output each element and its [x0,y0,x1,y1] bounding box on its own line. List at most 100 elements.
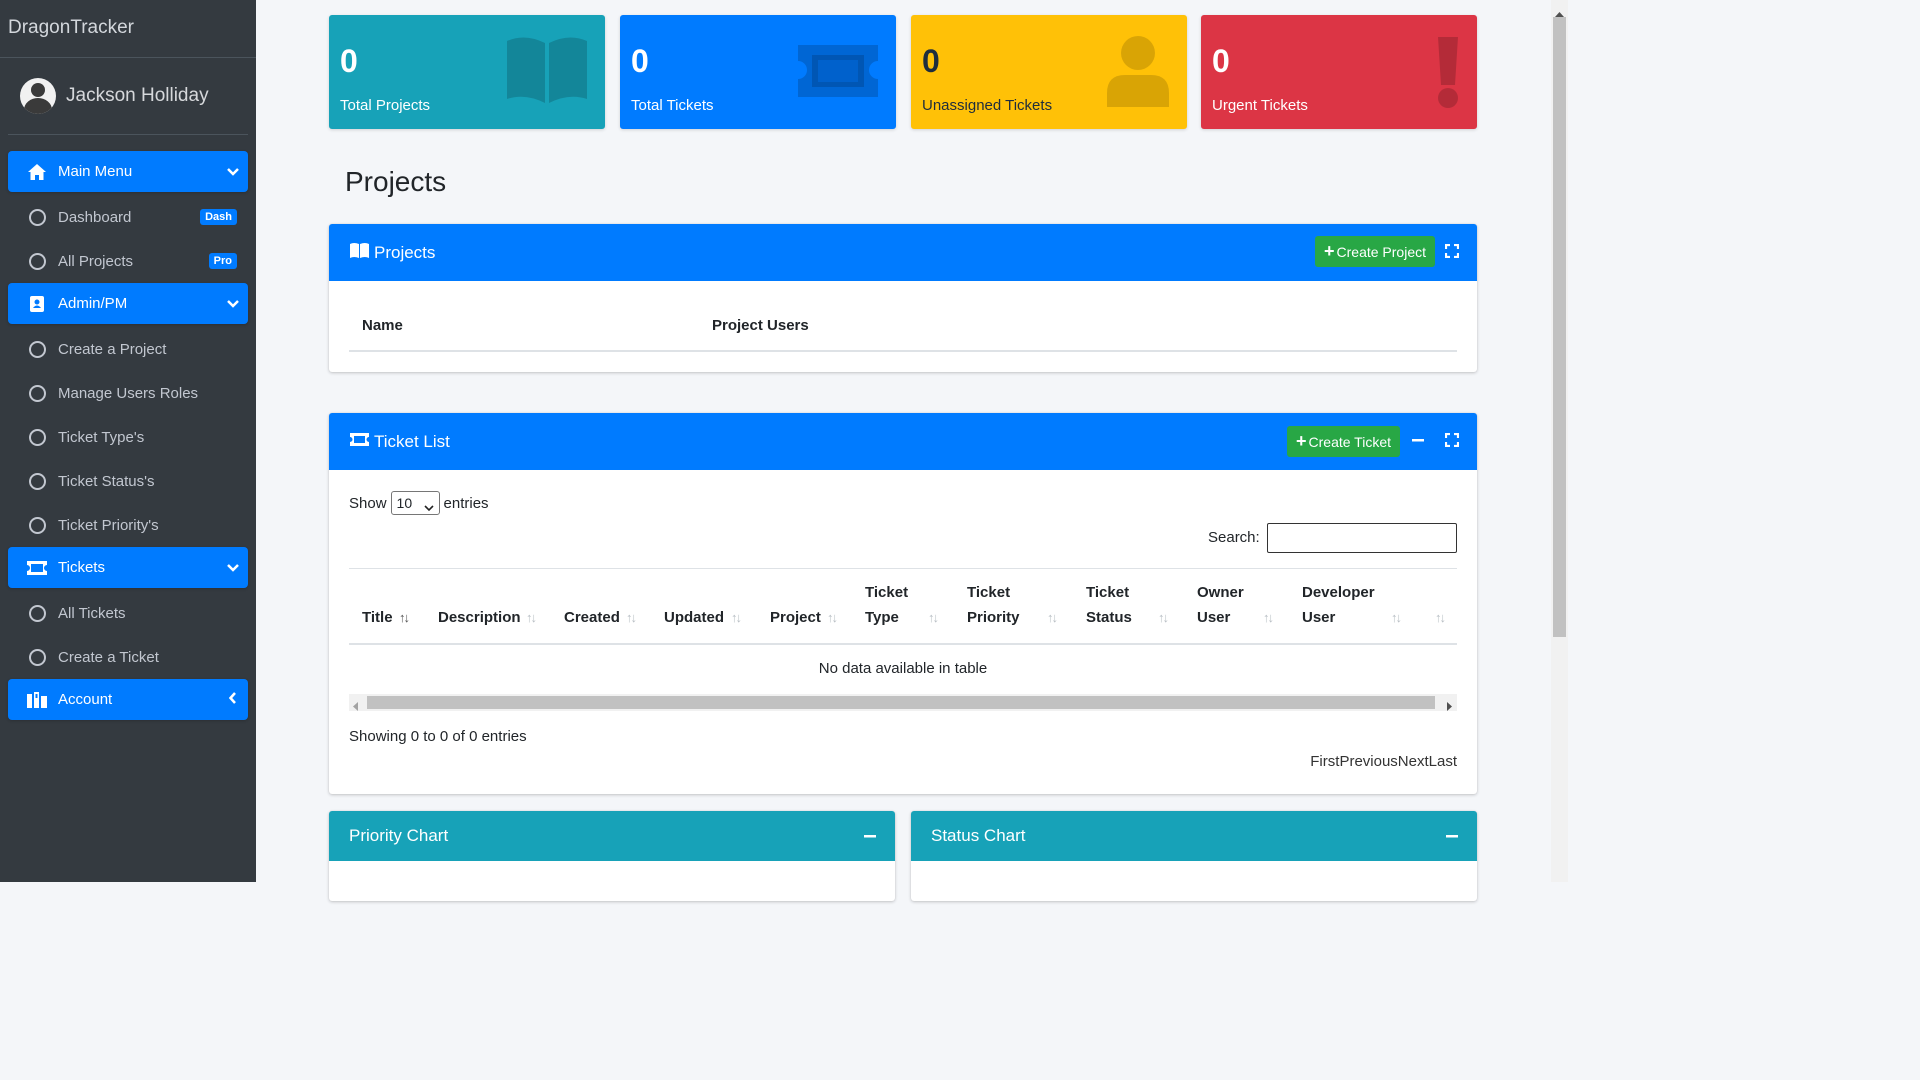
sidebar-item-ticket-types[interactable]: Ticket Type's [8,415,248,459]
column-header-label: Created [564,609,620,626]
column-header-label: User [1197,609,1231,626]
column-header-updated[interactable]: Updated [664,605,724,630]
column-header-created[interactable]: Created [564,605,620,630]
sidebar-item-ticket-statuses[interactable]: Ticket Status's [8,459,248,503]
sidebar-item-label: Account [58,691,113,708]
column-header-description[interactable]: Description [438,605,521,630]
circle-icon [29,604,46,622]
column-header-ticket-priority[interactable]: Ticket Priority [967,580,1020,630]
stat-box-total-projects: 0 Total Projects [329,15,605,129]
badge: Dash [200,209,237,225]
address-book-icon [26,294,48,314]
ticket-icon [349,432,374,452]
sidebar-item-ticket-priorities[interactable]: Ticket Priority's [8,503,248,547]
column-header-label: Description [438,609,521,626]
stat-value: 0 [922,43,940,79]
create-project-button[interactable]: + Create Project [1315,236,1435,267]
sidebar: DragonTracker Jackson Holliday Main Menu… [0,0,256,882]
pagination-previous[interactable]: Previous [1339,753,1397,770]
button-label: Create Ticket [1308,433,1391,450]
home-icon [26,162,48,182]
sidebar-item-admin[interactable]: Admin/PM [8,283,248,324]
pagination-last[interactable]: Last [1429,753,1457,770]
sidebar-item-label: Create a Project [58,340,167,358]
plus-icon: + [1296,431,1307,451]
sidebar-item-manage-users-roles[interactable]: Manage Users Roles [8,371,248,415]
sidebar-item-all-projects[interactable]: All Projects Pro [8,239,248,283]
circle-icon [29,516,46,534]
column-header-label: User [1302,609,1336,626]
page-size-select[interactable]: 10 [390,491,440,515]
column-header-developer-user[interactable]: Developer User [1302,580,1375,630]
column-header-project[interactable]: Project [770,605,821,630]
sort-icon: ↑↓ [1391,610,1402,625]
sidebar-item-label: Manage Users Roles [58,384,199,402]
sort-icon: ↑↓ [827,610,838,625]
circle-icon [29,472,46,490]
sidebar-item-main-menu[interactable]: Main Menu [8,151,248,192]
stat-label: Urgent Tickets [1212,97,1308,114]
column-header-ticket-type[interactable]: Ticket Type [865,580,908,630]
sidebar-item-label: Dashboard [58,208,132,226]
chevron-down-icon [218,561,248,575]
column-header-label: Owner [1197,584,1244,601]
search-input[interactable] [1267,523,1457,553]
button-label: Create Project [1336,243,1426,260]
maximize-icon[interactable] [1444,243,1460,259]
sidebar-item-label: All Tickets [58,604,126,622]
brand-name: DragonTracker [8,17,135,38]
stat-box-urgent-tickets: 0 Urgent Tickets [1201,15,1477,129]
page-scrollbar[interactable] [1551,0,1568,882]
minimize-icon[interactable] [862,828,878,844]
scroll-left-icon[interactable] [353,698,359,715]
book-icon [349,242,374,264]
sidebar-item-label: Tickets [58,559,105,576]
user-panel[interactable]: Jackson Holliday [8,58,248,135]
minimize-icon[interactable] [1444,828,1460,844]
column-header-label: Ticket [865,584,909,601]
table-info: Showing 0 to 0 of 0 entries [349,728,527,745]
pagination-first[interactable]: First [1310,753,1339,770]
scrollbar-thumb[interactable] [367,696,1435,709]
sidebar-item-create-ticket[interactable]: Create a Ticket [8,635,248,679]
column-header-project-users[interactable]: Project Users [712,313,809,338]
chevron-down-icon [218,297,248,311]
chevron-left-icon [218,692,248,707]
stat-value: 0 [340,43,358,79]
pagination-next[interactable]: Next [1398,753,1429,770]
sort-icon[interactable]: ↑↓ [1435,610,1446,625]
exclamation-icon [1435,35,1461,113]
column-header-ticket-status[interactable]: Ticket Status [1086,580,1132,630]
column-header-name[interactable]: Name [362,313,403,338]
user-name: Jackson Holliday [66,85,209,106]
circle-icon [29,208,46,226]
scrollbar-thumb[interactable] [1553,17,1566,637]
sidebar-item-all-tickets[interactable]: All Tickets [8,591,248,635]
circle-icon [29,340,46,358]
card-header: Projects + Create Project [329,224,1477,281]
brand-link[interactable]: DragonTracker [0,0,256,58]
column-header-owner-user[interactable]: Owner User [1197,580,1244,630]
column-header-title[interactable]: Title [362,605,393,630]
stat-value: 0 [1212,43,1230,79]
horizontal-scrollbar[interactable] [349,694,1457,711]
users-icon [26,690,48,710]
column-header-label: Title [362,609,393,626]
stat-label: Unassigned Tickets [922,97,1053,114]
column-header-label: Ticket [967,584,1011,601]
column-header-label: Status [1086,609,1132,626]
sidebar-item-create-project[interactable]: Create a Project [8,327,248,371]
show-label: Show [349,494,387,512]
sidebar-item-tickets[interactable]: Tickets [8,547,248,588]
sidebar-item-dashboard[interactable]: Dashboard Dash [8,195,248,239]
stat-box-unassigned-tickets: 0 Unassigned Tickets [911,15,1187,129]
card-header: Status Chart [911,811,1477,861]
ticket-list-card: Ticket List + Create Ticket Show 10 entr… [329,413,1477,794]
scroll-right-icon[interactable] [1446,698,1452,715]
card-title: Priority Chart [349,826,449,845]
chevron-down-icon [423,499,434,515]
sidebar-item-account[interactable]: Account [8,679,248,720]
maximize-icon[interactable] [1444,432,1460,448]
create-ticket-button[interactable]: + Create Ticket [1287,426,1400,457]
minimize-icon[interactable] [1410,432,1426,448]
